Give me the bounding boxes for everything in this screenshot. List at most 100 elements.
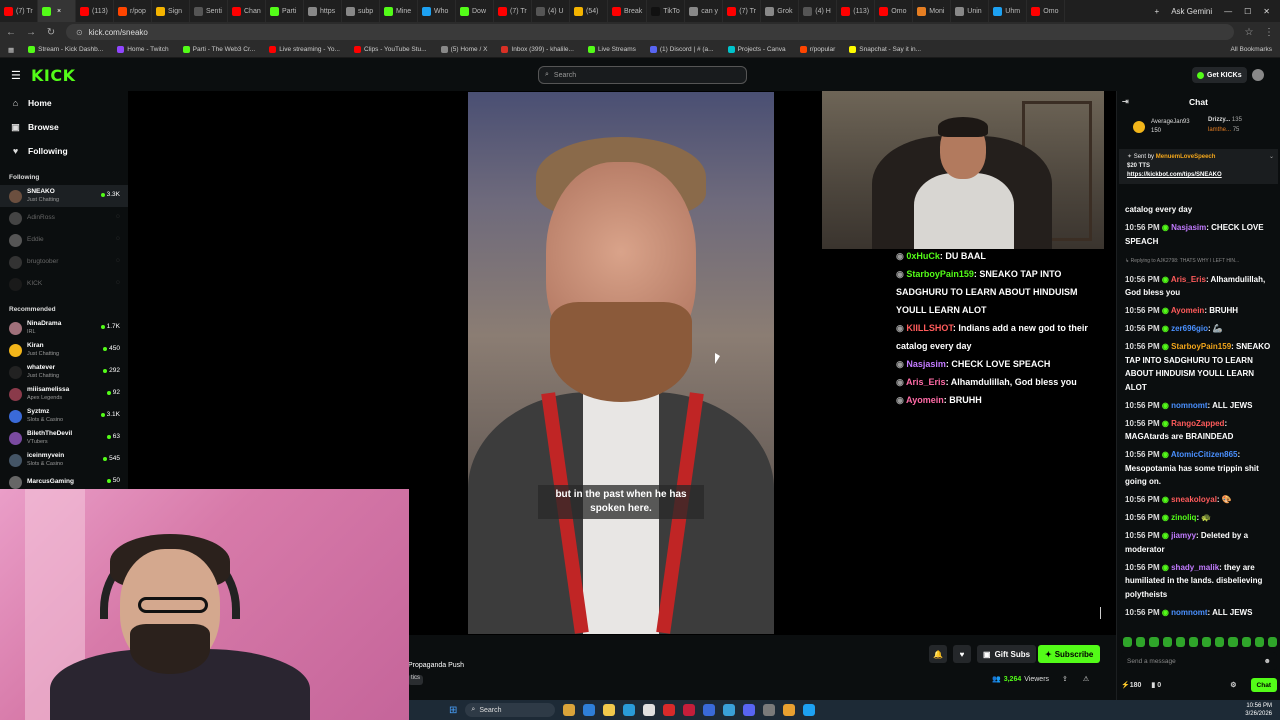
sidebar-channel[interactable]: brugtoober ◌: [0, 251, 128, 273]
browser-tab[interactable]: Who: [418, 0, 456, 22]
chat-username[interactable]: sneakoloyal: [1171, 495, 1217, 504]
taskbar-app-icon[interactable]: [763, 704, 776, 716]
ask-gemini-button[interactable]: Ask Gemini: [1171, 7, 1212, 16]
taskbar-app-icon[interactable]: [623, 704, 636, 716]
sidebar-channel[interactable]: miiisamelissa Apex Legends 92: [0, 383, 128, 405]
browser-tab[interactable]: Break: [608, 0, 648, 22]
sidebar-nav-browse[interactable]: ▣ Browse: [0, 115, 128, 139]
maximize-icon[interactable]: ☐: [1244, 7, 1251, 16]
taskbar-clock[interactable]: 10:56 PM 3/26/2026: [1245, 702, 1272, 718]
browser-tab[interactable]: Omo: [875, 0, 914, 22]
bookmark-item[interactable]: Live Streams: [587, 46, 636, 53]
collapse-chat-icon[interactable]: ⇥: [1122, 97, 1129, 106]
browser-tab[interactable]: r/pop: [114, 0, 152, 22]
chat-message[interactable]: 10:56 PM ◉ sneakoloyal: 🎨: [1125, 493, 1273, 507]
bookmark-item[interactable]: r/popular: [799, 46, 835, 53]
emote-icon[interactable]: [1136, 637, 1146, 647]
apps-icon[interactable]: ▦: [8, 46, 14, 54]
browser-tab[interactable]: Parti: [266, 0, 304, 22]
site-info-icon[interactable]: ⊙: [76, 28, 83, 37]
chat-message[interactable]: 10:56 PM ◉ Nasjasim: CHECK LOVE SPEACH: [1125, 221, 1273, 248]
taskbar-app-icon[interactable]: [583, 704, 596, 716]
new-tab-button[interactable]: +: [1155, 7, 1160, 16]
browser-tab[interactable]: Uhm: [989, 0, 1028, 22]
share-icon[interactable]: ⇪: [1062, 675, 1068, 683]
browser-tab[interactable]: Moni: [913, 0, 952, 22]
chat-username[interactable]: jiamyy: [1171, 531, 1196, 540]
chat-username[interactable]: zer696gio: [1171, 324, 1208, 333]
emote-icon[interactable]: [1162, 637, 1172, 647]
chat-username[interactable]: Nasjasim: [1171, 223, 1206, 232]
browser-tab[interactable]: Chan: [228, 0, 266, 22]
notification-bell-button[interactable]: 🔔: [929, 645, 947, 663]
chat-message[interactable]: 10:56 PM ◉ zinoliq: 🐢: [1125, 511, 1273, 525]
kicks-balance[interactable]: ⚡180: [1121, 681, 1141, 689]
taskbar-app-icon[interactable]: [803, 704, 816, 716]
taskbar-app-icon[interactable]: [783, 704, 796, 716]
taskbar-app-icon[interactable]: [603, 704, 616, 716]
browser-tab[interactable]: (7) Tr: [723, 0, 762, 22]
emote-icon[interactable]: [1228, 637, 1238, 647]
gift-subs-button[interactable]: ▣ Gift Subs: [977, 645, 1037, 663]
browser-tab[interactable]: Unin: [951, 0, 990, 22]
emote-icon[interactable]: [1175, 637, 1185, 647]
points-balance[interactable]: ▮ 0: [1151, 681, 1161, 689]
windows-start-icon[interactable]: ⊞: [449, 705, 457, 716]
emote-icon[interactable]: [1188, 637, 1199, 647]
pinned-tts-message[interactable]: ✦ Sent by MenuemLoveSpeech $20 TTS https…: [1119, 149, 1278, 184]
report-icon[interactable]: ⚠: [1083, 675, 1089, 683]
browser-tab[interactable]: subp: [342, 0, 380, 22]
browser-tab[interactable]: Mine: [380, 0, 418, 22]
search-input[interactable]: ⌕ Search: [538, 66, 747, 84]
chat-username[interactable]: Aris_Eris: [1171, 275, 1206, 284]
emote-icon[interactable]: [1241, 637, 1251, 647]
browser-tab[interactable]: (113): [76, 0, 114, 22]
chat-message-input[interactable]: Send a message ☻: [1121, 652, 1277, 670]
taskbar-app-icon[interactable]: [643, 704, 656, 716]
bookmark-item[interactable]: (5) Home / X: [440, 46, 487, 53]
browser-tab[interactable]: (113): [837, 0, 876, 22]
chat-username[interactable]: shady_malik: [1171, 563, 1219, 572]
emote-icon[interactable]: [1215, 637, 1225, 647]
tts-link[interactable]: https://kickbot.com/tips/SNEAKO: [1127, 172, 1222, 178]
sidebar-nav-home[interactable]: ⌂ Home: [0, 91, 128, 115]
settings-icon[interactable]: ⚙: [1230, 681, 1236, 689]
taskbar-app-icon[interactable]: [723, 704, 736, 716]
pin-toggle-icon[interactable]: ⌄: [1269, 153, 1274, 162]
sidebar-channel[interactable]: Eddie ◌: [0, 229, 128, 251]
chat-message[interactable]: 10:56 PM ◉ jiamyy: Deleted by a moderato…: [1125, 529, 1273, 556]
taskbar-app-icon[interactable]: [743, 704, 756, 716]
emote-icon[interactable]: [1149, 637, 1159, 647]
bookmark-item[interactable]: Stream - Kick Dashb...: [28, 46, 103, 53]
hamburger-menu-icon[interactable]: ☰: [11, 69, 21, 82]
back-icon[interactable]: ←: [6, 27, 16, 38]
reload-icon[interactable]: ↻: [46, 27, 56, 38]
bookmark-item[interactable]: Snapchat - Say it in...: [849, 46, 921, 53]
close-window-icon[interactable]: ✕: [1263, 7, 1270, 16]
chat-message[interactable]: ↳ Replying to AJK2798: THATS WHY I LEFT …: [1125, 253, 1273, 269]
bookmark-item[interactable]: Live streaming - Yo...: [269, 46, 340, 53]
stream-tag[interactable]: tics: [408, 675, 423, 685]
browser-tab[interactable]: Senti: [190, 0, 228, 22]
menu-icon[interactable]: ⋮: [1264, 27, 1274, 38]
chat-message[interactable]: 10:56 PM ◉ Aris_Eris: Alhamdulillah, God…: [1125, 273, 1273, 300]
top-gifters[interactable]: AverageJan93 150 Drizzy... 135 lamthe...…: [1117, 113, 1280, 149]
chat-username[interactable]: Ayomein: [1171, 306, 1205, 315]
taskbar-app-icon[interactable]: [683, 704, 696, 716]
bookmark-star-icon[interactable]: ☆: [1244, 27, 1254, 38]
emote-icon[interactable]: [1254, 637, 1264, 647]
minimize-icon[interactable]: —: [1224, 7, 1232, 16]
emote-icon[interactable]: [1267, 637, 1278, 647]
browser-tab[interactable]: (7) Tr: [0, 0, 38, 22]
browser-tab[interactable]: (4) H: [799, 0, 838, 22]
chat-message[interactable]: 10:56 PM ◉ Ayomein: BRUHH: [1125, 304, 1273, 318]
get-kicks-button[interactable]: Get KICKs: [1192, 67, 1247, 83]
chat-username[interactable]: nomnomt: [1171, 608, 1207, 617]
taskbar-app-icon[interactable]: [663, 704, 676, 716]
chat-username[interactable]: StarboyPain159: [1171, 342, 1231, 351]
bookmark-item[interactable]: Clips - YouTube Stu...: [353, 46, 427, 53]
browser-tab[interactable]: Dow: [456, 0, 494, 22]
send-chat-button[interactable]: Chat: [1250, 678, 1277, 692]
emoji-icon[interactable]: ☻: [1264, 658, 1271, 665]
emote-icon[interactable]: [1202, 637, 1212, 647]
